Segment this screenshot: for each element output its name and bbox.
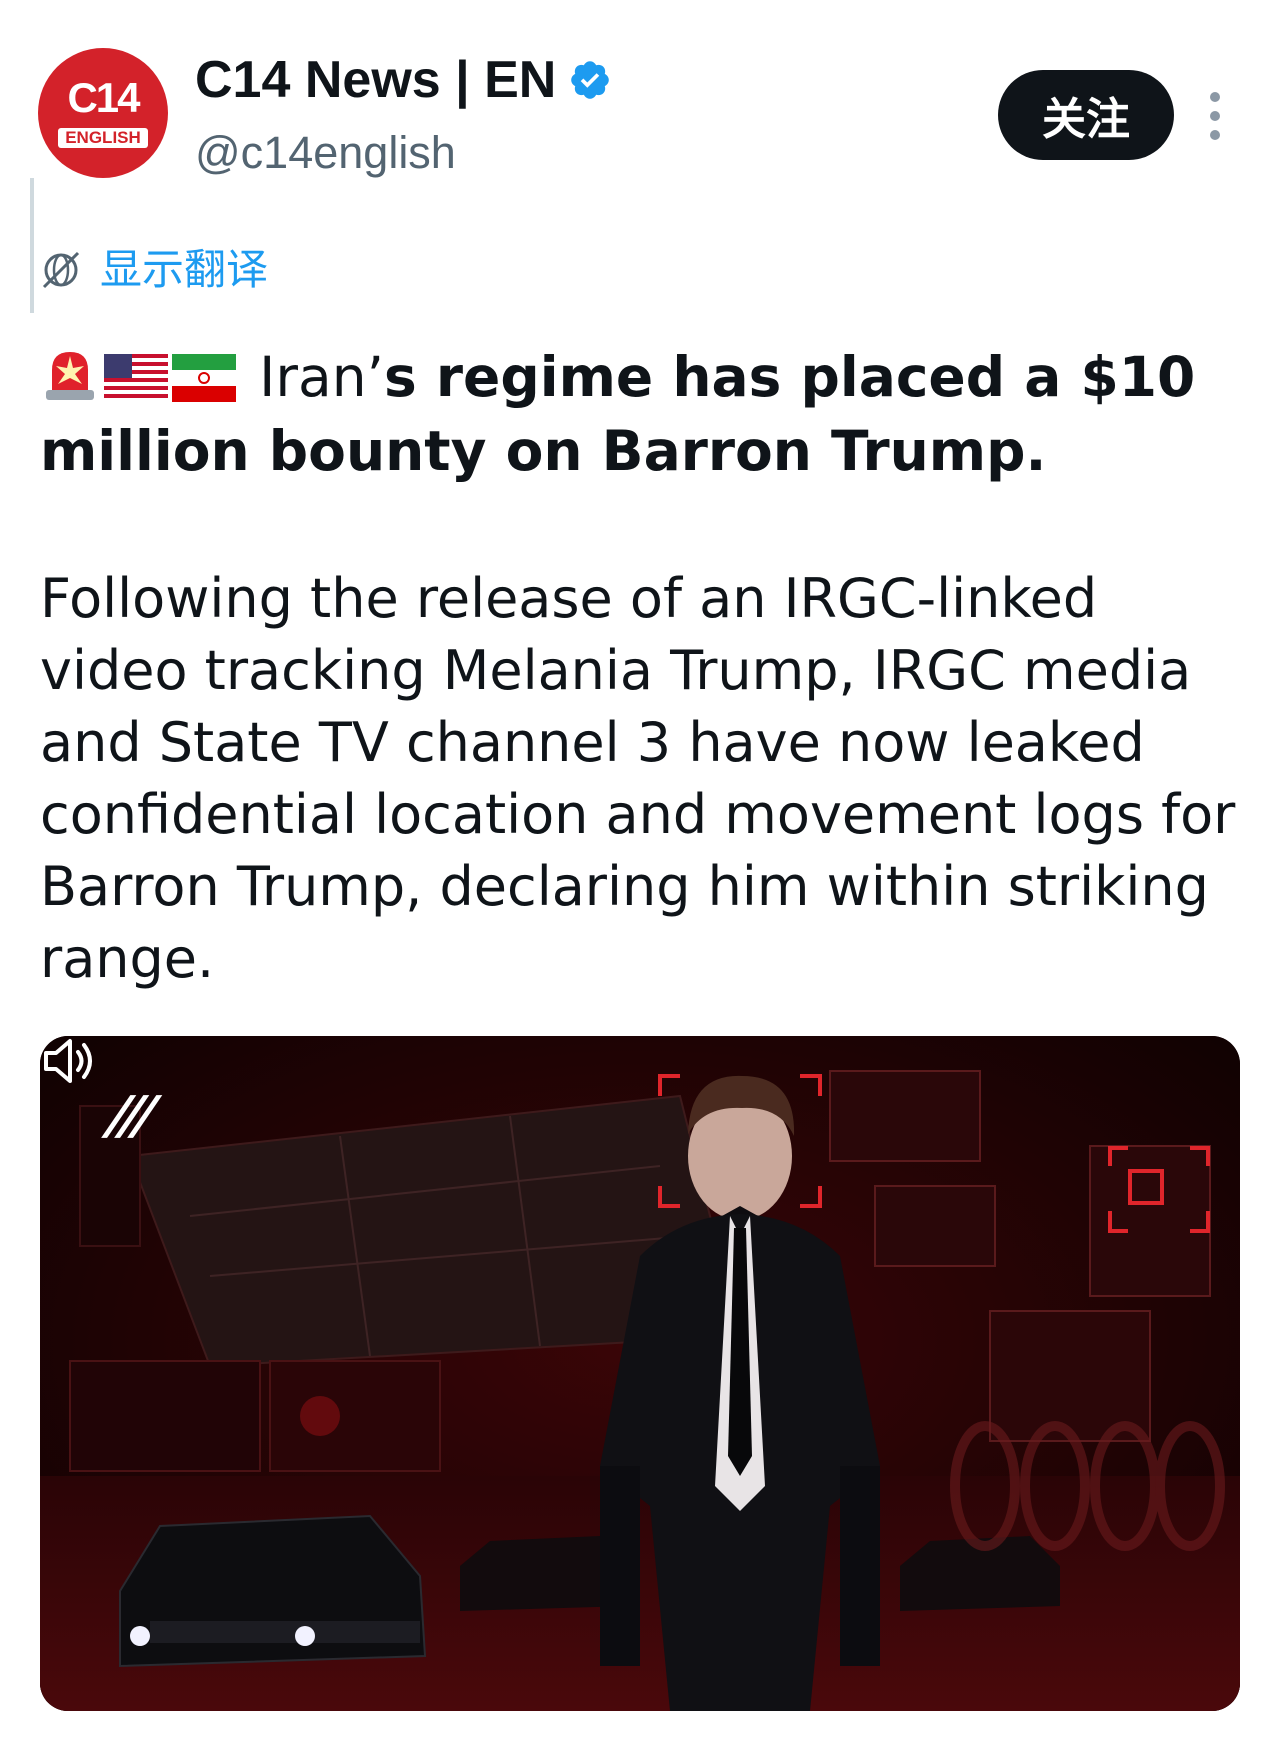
follow-button[interactable]: 关注 [998,70,1174,160]
translate-globe-icon [42,251,80,289]
post-media-video[interactable]: /// [40,1036,1240,1711]
headline-lead: Iran’ [259,345,385,409]
show-translation-link[interactable]: 显示翻译 [100,242,268,298]
us-flag-icon [104,354,168,402]
iran-flag-icon [172,354,236,402]
avatar-logo-text: C14 [67,74,140,121]
volume-icon[interactable] [40,1036,96,1086]
account-handle[interactable]: @c14english [195,125,456,181]
translate-row[interactable]: 显示翻译 [40,242,268,298]
avatar-logo-sub: ENGLISH [58,128,148,148]
verified-badge-icon [571,61,610,99]
video-thumbnail [40,1036,1240,1711]
thread-line [30,178,34,313]
post-headline: Iran’s regime has placed a $10 million b… [40,340,1250,488]
avatar[interactable]: C14 ENGLISH [38,48,168,178]
display-name[interactable]: C14 News | EN [195,50,556,110]
display-name-row[interactable]: C14 News | EN [195,50,612,110]
post-body: Following the release of an IRGC-linked … [40,567,1236,990]
tweet-card: C14 ENGLISH C14 News | EN @c14english 关注… [0,0,1280,1742]
police-light-icon [46,352,94,400]
more-options-icon[interactable] [1200,92,1230,140]
